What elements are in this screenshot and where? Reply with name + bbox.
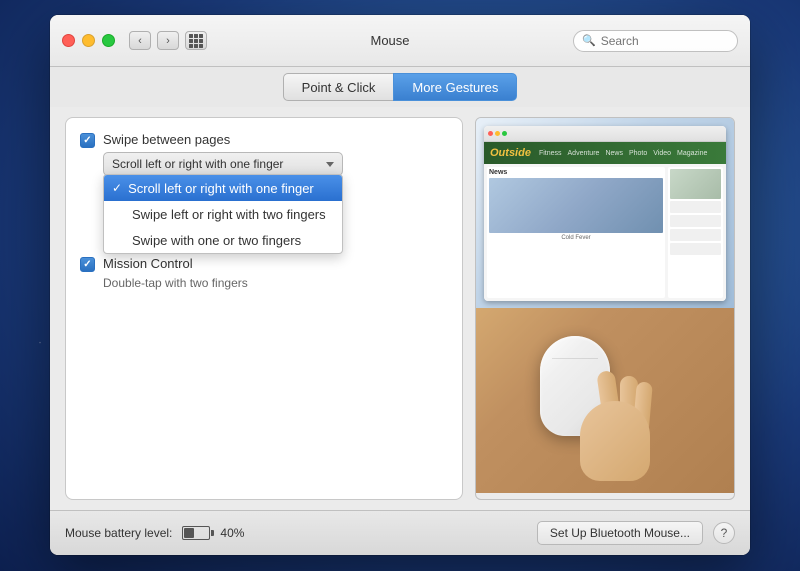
- search-icon: 🔍: [582, 34, 596, 47]
- battery-percent: 40%: [220, 526, 244, 540]
- sidebar-item-4: [670, 243, 721, 255]
- grid-button[interactable]: [185, 31, 207, 50]
- setup-bluetooth-button[interactable]: Set Up Bluetooth Mouse...: [537, 521, 703, 545]
- empty-check-icon-2: [112, 233, 126, 248]
- mission-control-title: Mission Control: [103, 256, 448, 271]
- preview-top: Outside FitnessAdventureNewsPhotoVideoMa…: [476, 118, 734, 308]
- traffic-lights: [62, 34, 115, 47]
- dropdown-wrapper: Scroll left or right with one finger ✓ S…: [103, 152, 448, 176]
- maximize-button[interactable]: [102, 34, 115, 47]
- news-image: [489, 178, 663, 233]
- content-area: Swipe between pages Scroll left or right…: [50, 107, 750, 510]
- tabs-bar: Point & Click More Gestures: [50, 67, 750, 107]
- preview-bottom: [476, 308, 734, 493]
- dropdown-option-1[interactable]: Swipe left or right with two fingers: [104, 201, 342, 227]
- main-window: ‹ › Mouse 🔍 Point & Click More Gestures: [50, 15, 750, 555]
- sidebar-item-1: [670, 201, 721, 213]
- outside-sidebar: [668, 167, 723, 298]
- preview-screenshot: Outside FitnessAdventureNewsPhotoVideoMa…: [476, 118, 734, 308]
- mission-control-row: Mission Control Double-tap with two fing…: [80, 256, 448, 290]
- dropdown-option-2[interactable]: Swipe with one or two fingers: [104, 227, 342, 253]
- search-input[interactable]: [601, 34, 729, 48]
- browser-max-dot: [502, 131, 507, 136]
- fake-browser-content: Outside FitnessAdventureNewsPhotoVideoMa…: [484, 142, 726, 301]
- empty-check-icon: [112, 207, 126, 222]
- dropdown-selected-text: Scroll left or right with one finger: [112, 157, 322, 171]
- outside-main: News Cold Fever: [487, 167, 665, 298]
- outside-body: News Cold Fever: [484, 164, 726, 301]
- check-mark-icon: ✓: [112, 181, 122, 195]
- fake-browser-bar: [484, 126, 726, 142]
- dropdown-arrow-icon: [326, 162, 334, 167]
- window-title: Mouse: [207, 33, 573, 48]
- swipe-setting-row: Swipe between pages Scroll left or right…: [80, 132, 448, 176]
- bottom-bar: Mouse battery level: 40% Set Up Bluetoot…: [50, 510, 750, 555]
- sidebar-image: [670, 169, 721, 199]
- dropdown-menu: ✓ Scroll left or right with one finger S…: [103, 174, 343, 254]
- outside-logo: Outside: [490, 147, 531, 159]
- mission-control-checkbox[interactable]: [80, 257, 95, 272]
- back-button[interactable]: ‹: [129, 31, 151, 50]
- sidebar-item-2: [670, 215, 721, 227]
- dropdown-option-0[interactable]: ✓ Scroll left or right with one finger: [104, 175, 342, 201]
- titlebar: ‹ › Mouse 🔍: [50, 15, 750, 67]
- browser-min-dot: [495, 131, 500, 136]
- battery-icon: [182, 526, 210, 540]
- swipe-title: Swipe between pages: [103, 132, 448, 147]
- sidebar-items: [670, 201, 721, 255]
- mouse-top-line: [552, 358, 598, 359]
- mission-control-subtitle: Double-tap with two fingers: [103, 276, 448, 290]
- outside-nav: FitnessAdventureNewsPhotoVideoMagazine: [539, 150, 707, 157]
- nav-buttons: ‹ ›: [129, 31, 179, 50]
- battery-fill: [184, 528, 194, 538]
- grid-icon: [189, 34, 203, 48]
- hand-illustration: [570, 361, 660, 481]
- swipe-checkbox[interactable]: [80, 133, 95, 148]
- hand-mouse-illustration: [540, 321, 670, 481]
- palm: [580, 401, 650, 481]
- tab-point-click[interactable]: Point & Click: [283, 73, 394, 101]
- sidebar-item-3: [670, 229, 721, 241]
- fake-browser: Outside FitnessAdventureNewsPhotoVideoMa…: [484, 126, 726, 301]
- mission-control-label-group: Mission Control Double-tap with two fing…: [103, 256, 448, 290]
- close-button[interactable]: [62, 34, 75, 47]
- cold-fever-caption: Cold Fever: [489, 235, 663, 241]
- news-label: News: [489, 169, 663, 176]
- minimize-button[interactable]: [82, 34, 95, 47]
- forward-button[interactable]: ›: [157, 31, 179, 50]
- tab-more-gestures[interactable]: More Gestures: [393, 73, 517, 101]
- settings-panel: Swipe between pages Scroll left or right…: [65, 117, 463, 500]
- outside-header: Outside FitnessAdventureNewsPhotoVideoMa…: [484, 142, 726, 164]
- preview-panel: Outside FitnessAdventureNewsPhotoVideoMa…: [475, 117, 735, 500]
- swipe-dropdown[interactable]: Scroll left or right with one finger: [103, 152, 343, 176]
- battery-label: Mouse battery level:: [65, 526, 172, 540]
- help-button[interactable]: ?: [713, 522, 735, 544]
- mouse-area: [476, 308, 734, 493]
- browser-close-dot: [488, 131, 493, 136]
- search-box[interactable]: 🔍: [573, 30, 738, 52]
- swipe-label-group: Swipe between pages Scroll left or right…: [103, 132, 448, 176]
